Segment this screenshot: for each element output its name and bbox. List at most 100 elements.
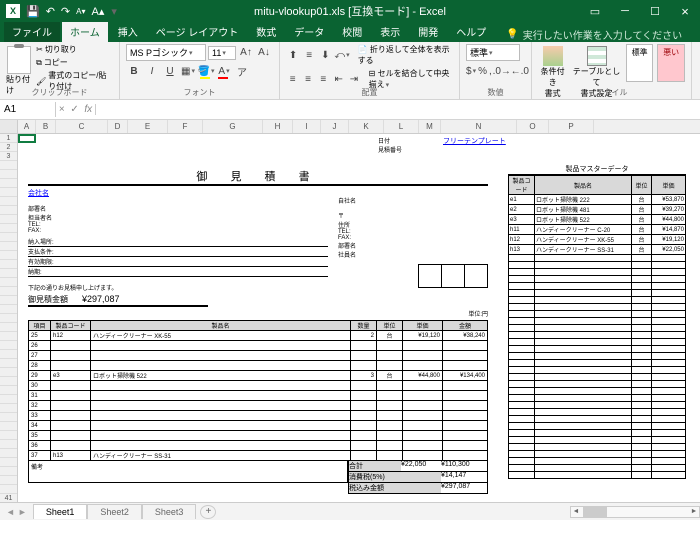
cell-value[interactable]: ハンディークリーナー XK-55 bbox=[91, 331, 351, 340]
cell-value[interactable] bbox=[403, 361, 443, 370]
cell-value[interactable] bbox=[91, 381, 351, 390]
cell-value[interactable] bbox=[632, 311, 652, 318]
cell-value[interactable] bbox=[652, 444, 686, 451]
cell-value[interactable]: 34 bbox=[29, 421, 51, 430]
cell-value[interactable]: e2 bbox=[509, 205, 535, 215]
cell-value[interactable] bbox=[652, 255, 686, 262]
cell-value[interactable] bbox=[535, 353, 632, 360]
cell-value[interactable] bbox=[632, 290, 652, 297]
cell-value[interactable] bbox=[535, 332, 632, 339]
cell-value[interactable] bbox=[509, 458, 535, 465]
cell-value[interactable]: e1 bbox=[509, 195, 535, 205]
cell-value[interactable] bbox=[632, 332, 652, 339]
cell-value[interactable] bbox=[509, 437, 535, 444]
cell-value[interactable] bbox=[535, 367, 632, 374]
cell-value[interactable]: 台 bbox=[632, 235, 652, 245]
cell-value[interactable]: ロボット掃除機 222 bbox=[535, 195, 632, 205]
sheet-prev-icon[interactable]: ◄ bbox=[6, 507, 15, 517]
cell-value[interactable]: ¥19,120 bbox=[403, 331, 443, 340]
close-button[interactable]: × bbox=[670, 0, 700, 22]
cell-value[interactable] bbox=[652, 311, 686, 318]
cell-value[interactable] bbox=[632, 346, 652, 353]
cell-value[interactable] bbox=[509, 451, 535, 458]
cell-value[interactable] bbox=[632, 388, 652, 395]
cell-value[interactable] bbox=[652, 346, 686, 353]
cell-value[interactable] bbox=[632, 304, 652, 311]
cell-value[interactable] bbox=[403, 431, 443, 440]
cell-value[interactable]: h13 bbox=[509, 245, 535, 255]
italic-button[interactable]: I bbox=[144, 63, 160, 79]
cell-value[interactable] bbox=[403, 391, 443, 400]
cell-value[interactable] bbox=[377, 421, 403, 430]
cell-value[interactable] bbox=[652, 332, 686, 339]
row-header[interactable] bbox=[0, 224, 17, 233]
cell-value[interactable] bbox=[632, 318, 652, 325]
cell-value[interactable] bbox=[652, 458, 686, 465]
scroll-thumb[interactable] bbox=[583, 507, 607, 517]
cell-value[interactable] bbox=[652, 304, 686, 311]
cell-value[interactable] bbox=[632, 360, 652, 367]
row-header[interactable] bbox=[0, 188, 17, 197]
cell-value[interactable] bbox=[509, 255, 535, 262]
cell-value[interactable]: h11 bbox=[509, 225, 535, 235]
cell-value[interactable]: 台 bbox=[632, 205, 652, 215]
phonetic-button[interactable]: ア bbox=[234, 63, 250, 79]
new-sheet-button[interactable]: + bbox=[200, 505, 216, 519]
cell-value[interactable]: ¥19,120 bbox=[652, 235, 686, 245]
cell-value[interactable] bbox=[632, 409, 652, 416]
tab-pagelayout[interactable]: ページ レイアウト bbox=[148, 21, 247, 42]
cell-value[interactable] bbox=[91, 341, 351, 350]
cell-value[interactable] bbox=[509, 318, 535, 325]
column-header[interactable]: I bbox=[293, 120, 321, 133]
row-header[interactable] bbox=[0, 359, 17, 368]
cell-value[interactable] bbox=[509, 402, 535, 409]
cell-value[interactable] bbox=[509, 332, 535, 339]
cell-value[interactable] bbox=[535, 276, 632, 283]
cell-value[interactable] bbox=[535, 346, 632, 353]
column-header[interactable]: P bbox=[549, 120, 594, 133]
worksheet-grid[interactable]: ABCDEFGHIJKLMNOP 123414243 フリーテンプレート 日付 … bbox=[0, 120, 700, 520]
cell-value[interactable] bbox=[509, 423, 535, 430]
row-header[interactable] bbox=[0, 161, 17, 170]
cell-value[interactable] bbox=[535, 339, 632, 346]
cell-value[interactable] bbox=[509, 409, 535, 416]
cell-value[interactable] bbox=[652, 381, 686, 388]
cell-value[interactable]: ハンディークリーナー SS-31 bbox=[535, 245, 632, 255]
cell-value[interactable] bbox=[443, 411, 487, 420]
row-header[interactable] bbox=[0, 296, 17, 305]
cell-value[interactable] bbox=[403, 441, 443, 450]
accounting-button[interactable]: $▾ bbox=[466, 63, 476, 79]
cell-value[interactable]: 29 bbox=[29, 371, 51, 380]
cell-value[interactable] bbox=[535, 451, 632, 458]
cell-value[interactable] bbox=[652, 269, 686, 276]
font-size-select[interactable]: 11▾ bbox=[208, 46, 236, 60]
cell-value[interactable] bbox=[377, 451, 403, 460]
row-header[interactable] bbox=[0, 476, 17, 485]
cell-value[interactable] bbox=[652, 353, 686, 360]
cell-value[interactable] bbox=[652, 290, 686, 297]
tab-review[interactable]: 校閲 bbox=[334, 21, 370, 42]
cell-value[interactable]: ¥134,400 bbox=[443, 371, 487, 380]
row-header[interactable] bbox=[0, 260, 17, 269]
cell-value[interactable] bbox=[351, 421, 377, 430]
tab-view[interactable]: 表示 bbox=[372, 21, 408, 42]
cell-value[interactable] bbox=[632, 255, 652, 262]
cell-value[interactable] bbox=[509, 290, 535, 297]
cell-value[interactable] bbox=[509, 430, 535, 437]
cell-value[interactable]: ¥53,870 bbox=[652, 195, 686, 205]
cell-value[interactable] bbox=[443, 381, 487, 390]
border-button[interactable]: ▦▾ bbox=[180, 63, 196, 79]
select-all-corner[interactable] bbox=[0, 120, 18, 133]
column-header[interactable]: O bbox=[517, 120, 549, 133]
fill-color-button[interactable]: 🪣▾ bbox=[198, 63, 214, 79]
cell-value[interactable]: 2 bbox=[351, 331, 377, 340]
cell-value[interactable] bbox=[509, 283, 535, 290]
cell-style-bad[interactable]: 悪い bbox=[657, 44, 685, 82]
underline-button[interactable]: U bbox=[162, 63, 178, 79]
cell-value[interactable] bbox=[91, 391, 351, 400]
qat-customize-icon[interactable]: ▾ bbox=[111, 5, 117, 18]
cell-value[interactable] bbox=[377, 441, 403, 450]
horizontal-scrollbar[interactable]: ◄ ► bbox=[570, 506, 700, 518]
cell-value[interactable] bbox=[51, 391, 91, 400]
cell-value[interactable] bbox=[535, 409, 632, 416]
